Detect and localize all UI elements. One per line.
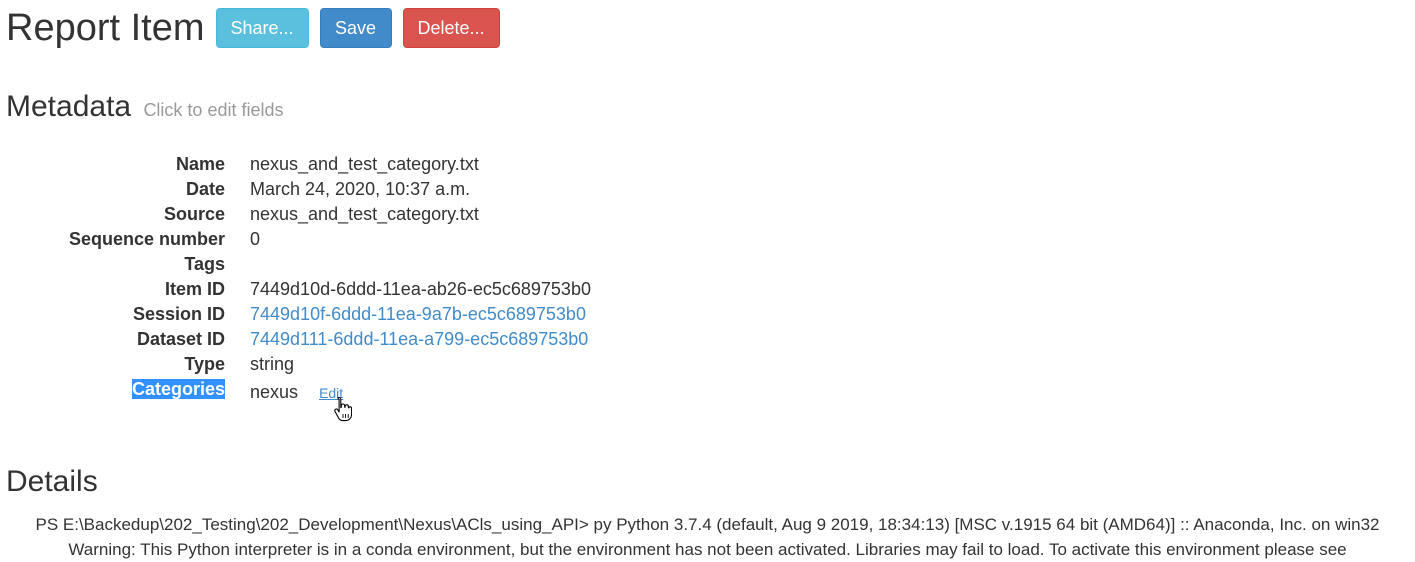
delete-button[interactable]: Delete... xyxy=(402,8,500,48)
meta-label: Session ID xyxy=(132,304,225,324)
details-line: PS E:\Backedup\202_Testing\202_Developme… xyxy=(35,515,1380,534)
metadata-title: Metadata xyxy=(6,90,132,123)
meta-value[interactable]: nexus_and_test_category.txt xyxy=(250,152,479,177)
meta-value[interactable]: nexus_and_test_category.txt xyxy=(250,202,479,227)
details-title: Details xyxy=(6,465,98,498)
meta-label: Date xyxy=(185,179,225,199)
metadata-heading: Metadata Click to edit fields xyxy=(6,90,284,127)
metadata-hint: Click to edit fields xyxy=(143,100,284,120)
meta-value: string xyxy=(250,354,295,374)
categories-label: Categories xyxy=(131,379,225,399)
meta-label: Type xyxy=(184,354,225,374)
share-button[interactable]: Share... xyxy=(215,8,309,48)
meta-label: Sequence number xyxy=(68,229,225,249)
save-button[interactable]: Save xyxy=(319,8,392,48)
dataset-id-link[interactable]: 7449d111-6ddd-11ea-a799-ec5c689753b0 xyxy=(250,327,588,352)
meta-label-wrap: Categories xyxy=(0,377,225,402)
hand-pointer-icon xyxy=(334,396,352,422)
categories-value-wrap: nexus Edit xyxy=(250,377,343,408)
meta-label: Item ID xyxy=(164,279,225,299)
meta-label: Tags xyxy=(184,254,225,274)
meta-label: Source xyxy=(163,204,225,224)
details-line: Warning: This Python interpreter is in a… xyxy=(68,540,1347,559)
meta-value: 7449d10d-6ddd-11ea-ab26-ec5c689753b0 xyxy=(250,279,591,299)
page-header: Report Item Share... Save Delete... xyxy=(6,6,500,50)
meta-value[interactable]: 0 xyxy=(250,227,260,252)
meta-label: Name xyxy=(175,154,225,174)
categories-value: nexus xyxy=(250,382,299,402)
details-text: PS E:\Backedup\202_Testing\202_Developme… xyxy=(0,512,1415,562)
page-title: Report Item xyxy=(6,7,205,49)
session-id-link[interactable]: 7449d10f-6ddd-11ea-9a7b-ec5c689753b0 xyxy=(250,302,586,327)
meta-label: Dataset ID xyxy=(136,329,225,349)
meta-value[interactable]: March 24, 2020, 10:37 a.m. xyxy=(250,177,470,202)
